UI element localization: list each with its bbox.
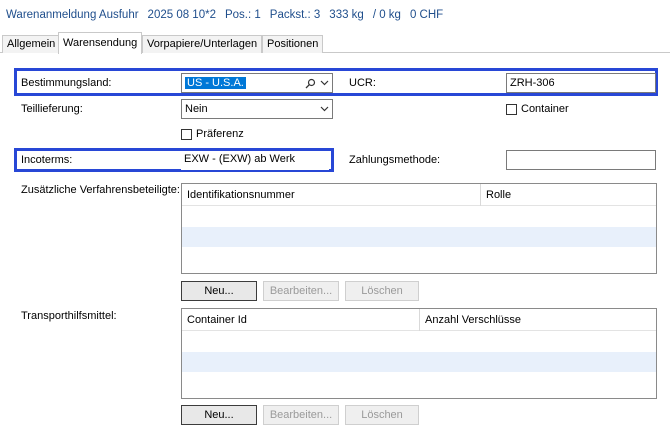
header-weight2: / 0 kg	[372, 9, 401, 21]
incoterms-label: Incoterms:	[21, 154, 73, 166]
column-header-container-id[interactable]: Container Id	[182, 309, 420, 331]
beteiligte-delete-button[interactable]: Löschen	[345, 281, 419, 301]
beteiligte-edit-button[interactable]: Bearbeiten...	[263, 281, 339, 301]
ucr-label: UCR:	[349, 77, 376, 89]
column-header-rolle[interactable]: Rolle	[481, 184, 656, 206]
column-header-identifikationsnummer[interactable]: Identifikationsnummer	[182, 184, 481, 206]
praeferenz-label: Präferenz	[196, 128, 244, 140]
transport-label: Transporthilfsmittel:	[21, 310, 117, 322]
praeferenz-checkbox[interactable]: Präferenz	[181, 128, 244, 140]
transport-new-button[interactable]: Neu...	[181, 405, 257, 425]
header-packst: Packst.: 3	[269, 9, 321, 21]
header-weight: 333 kg	[329, 9, 364, 21]
beteiligte-grid[interactable]: Identifikationsnummer Rolle	[181, 183, 657, 274]
tab-bar: Allgemein Warensendung Vorpapiere/Unterl…	[0, 32, 670, 54]
table-row[interactable]	[182, 352, 656, 372]
transport-edit-button[interactable]: Bearbeiten...	[263, 405, 339, 425]
grid-header: Identifikationsnummer Rolle	[182, 184, 656, 206]
table-row[interactable]	[182, 372, 656, 392]
tab-positionen[interactable]: Positionen	[262, 35, 324, 53]
header-number: 2025 08 10*2	[147, 9, 216, 21]
table-row[interactable]	[182, 332, 656, 352]
column-header-anzahl-verschluesse[interactable]: Anzahl Verschlüsse	[420, 309, 656, 331]
header-info: Warenanmeldung Ausfuhr 2025 08 10*2 Pos.…	[6, 9, 452, 21]
incoterms-field[interactable]: EXW - (EXW) ab Werk	[181, 151, 329, 170]
incoterms-value: EXW - (EXW) ab Werk	[184, 153, 296, 165]
header-value: 0 CHF	[409, 9, 444, 21]
search-icon[interactable]	[305, 78, 316, 89]
teillieferung-value: Nein	[185, 103, 208, 115]
table-row[interactable]	[182, 207, 656, 227]
transport-grid[interactable]: Container Id Anzahl Verschlüsse	[181, 308, 657, 399]
beteiligte-new-button[interactable]: Neu...	[181, 281, 257, 301]
header-title: Warenanmeldung Ausfuhr	[6, 9, 139, 21]
zahlungsmethode-field[interactable]	[506, 150, 656, 170]
header-pos: Pos.: 1	[224, 9, 261, 21]
document-header: Warenanmeldung Ausfuhr 2025 08 10*2 Pos.…	[0, 0, 670, 32]
teillieferung-label: Teillieferung:	[21, 103, 83, 115]
chevron-down-icon[interactable]	[320, 80, 329, 86]
tab-vorpapiere[interactable]: Vorpapiere/Unterlagen	[142, 35, 263, 53]
container-checkbox[interactable]: Container	[506, 103, 569, 115]
tab-warensendung[interactable]: Warensendung	[58, 32, 143, 54]
transport-delete-button[interactable]: Löschen	[345, 405, 419, 425]
table-row[interactable]	[182, 227, 656, 247]
checkbox-box[interactable]	[181, 128, 192, 140]
zahlungsmethode-label: Zahlungsmethode:	[349, 154, 441, 166]
bestimmungsland-value: US - U.S.A.	[185, 77, 246, 89]
container-label: Container	[521, 103, 569, 115]
ucr-field[interactable]: ZRH-306	[506, 73, 656, 93]
chevron-down-icon[interactable]	[320, 106, 329, 112]
teillieferung-select[interactable]: Nein	[181, 99, 333, 119]
table-row[interactable]	[182, 247, 656, 267]
ucr-value: ZRH-306	[510, 77, 555, 89]
grid-header: Container Id Anzahl Verschlüsse	[182, 309, 656, 331]
tab-allgemein[interactable]: Allgemein	[2, 35, 61, 53]
checkbox-box[interactable]	[506, 103, 517, 115]
bestimmungsland-label: Bestimmungsland:	[21, 77, 112, 89]
beteiligte-label: Zusätzliche Verfahrensbeteiligte:	[21, 184, 180, 196]
